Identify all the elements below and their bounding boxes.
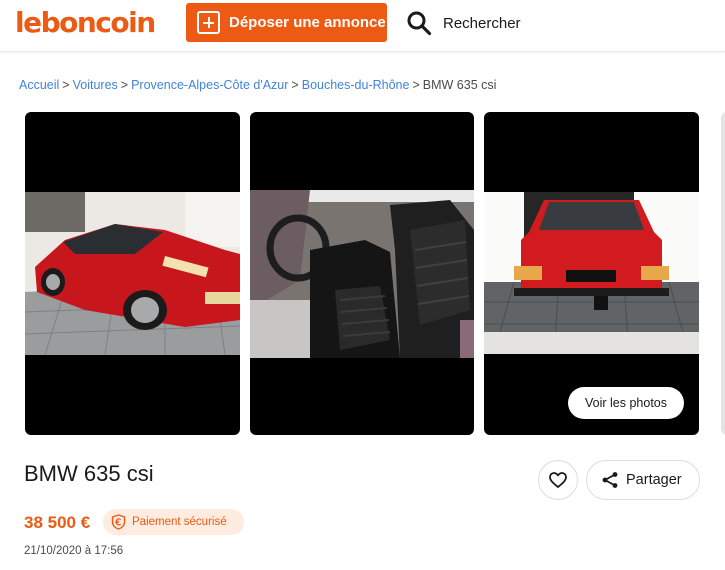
photo-car-exterior-front[interactable] (25, 112, 240, 435)
post-ad-button[interactable]: Déposer une annonce (186, 3, 387, 42)
heart-icon (549, 472, 567, 488)
euro-shield-icon (111, 514, 126, 530)
post-ad-label: Déposer une annonce (229, 14, 386, 31)
photo-next-peek[interactable] (721, 112, 725, 435)
listing-price: 38 500 € (24, 513, 91, 532)
leboncoin-logo[interactable]: leboncoin (15, 6, 156, 39)
search-icon (407, 11, 432, 36)
breadcrumb-separator: > (62, 78, 70, 92)
breadcrumb-current: BMW 635 csi (422, 78, 497, 92)
see-photos-button[interactable]: Voir les photos (568, 387, 684, 419)
breadcrumb-cars[interactable]: Voitures (73, 78, 118, 92)
share-button[interactable]: Partager (586, 460, 700, 500)
secure-payment-badge[interactable]: Paiement sécurisé (103, 509, 244, 535)
car-interior-image (250, 190, 474, 358)
car-rear-image (484, 192, 699, 354)
breadcrumb-region[interactable]: Provence-Alpes-Côte d'Azur (131, 78, 288, 92)
top-bar: leboncoin Déposer une annonce Rechercher (0, 0, 725, 52)
search-button[interactable]: Rechercher (406, 9, 521, 37)
listing-date: 21/10/2020 à 17:56 (24, 545, 124, 557)
photo-car-interior[interactable] (250, 112, 474, 435)
share-icon (602, 472, 618, 488)
favorite-button[interactable] (538, 460, 578, 500)
breadcrumb-department[interactable]: Bouches-du-Rhône (302, 78, 410, 92)
breadcrumb: Accueil > Voitures > Provence-Alpes-Côte d'A… (19, 78, 496, 92)
breadcrumb-home[interactable]: Accueil (19, 78, 59, 92)
listing-title: BMW 635 csi (24, 461, 154, 486)
breadcrumb-separator: > (412, 78, 420, 92)
share-label: Partager (626, 472, 682, 488)
plus-square-icon (197, 11, 220, 34)
car-front-image (25, 192, 240, 355)
breadcrumb-separator: > (120, 78, 129, 92)
breadcrumb-separator: > (291, 78, 299, 92)
search-label: Rechercher (443, 14, 521, 32)
secure-payment-label: Paiement sécurisé (132, 516, 227, 528)
